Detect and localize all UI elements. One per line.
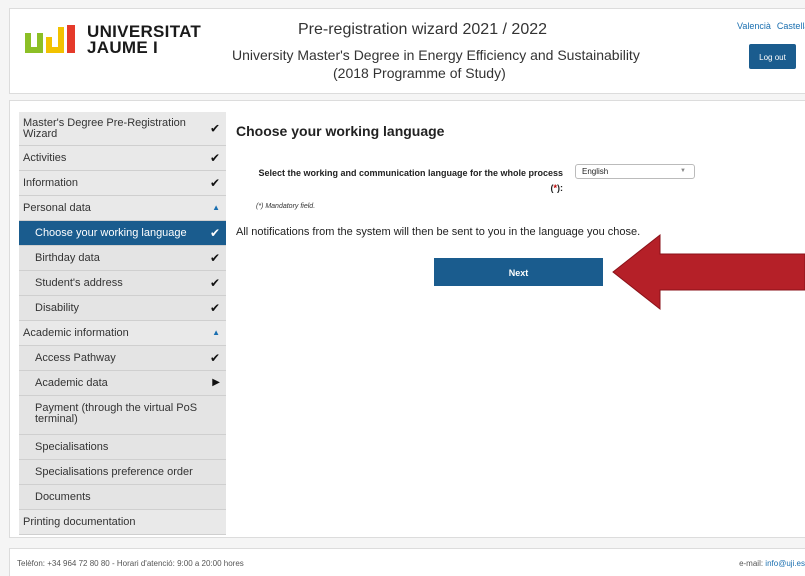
- check-icon: ✔: [209, 301, 220, 315]
- sidebar-item-information[interactable]: Information ✔: [19, 171, 226, 196]
- site-header: UNIVERSITAT JAUME I Pre-registration wiz…: [9, 8, 805, 94]
- mandatory-field-note: (*) Mandatory field.: [256, 203, 316, 210]
- sidebar-item-label: Academic data: [35, 377, 108, 389]
- sidebar-item-academic-data[interactable]: Academic data ▶: [19, 371, 226, 396]
- uji-logo[interactable]: UNIVERSITAT JAUME I: [23, 22, 201, 57]
- uji-logo-mark: [25, 25, 75, 53]
- email-label: e-mail:: [739, 559, 766, 568]
- collapse-up-icon: ▲: [212, 203, 220, 212]
- lang-link-valencia[interactable]: Valencià: [737, 21, 771, 31]
- sidebar-item-birthday-data[interactable]: Birthday data ✔: [19, 246, 226, 271]
- next-button[interactable]: Next: [434, 258, 603, 286]
- sidebar-item-payment[interactable]: Payment (through the virtual PoS termina…: [19, 396, 226, 435]
- sidebar-item-label: Personal data: [23, 202, 91, 214]
- section-title: Choose your working language: [236, 123, 445, 139]
- sidebar-item-access-pathway[interactable]: Access Pathway ✔: [19, 346, 226, 371]
- sidebar-item-disability[interactable]: Disability ✔: [19, 296, 226, 321]
- programme-of-study: (2018 Programme of Study): [333, 65, 506, 81]
- check-icon: ✔: [209, 351, 220, 365]
- check-icon: ✔: [209, 176, 220, 190]
- sidebar-item-label: Birthday data: [35, 252, 100, 264]
- check-icon: ✔: [209, 226, 220, 240]
- sidebar-item-label: Documents: [35, 491, 91, 503]
- lang-link-castellano[interactable]: Castellano: [777, 21, 805, 31]
- play-arrow-icon: ▶: [212, 377, 220, 388]
- sidebar-item-label: Disability: [35, 302, 80, 314]
- sidebar-item-label: Payment (through the virtual PoS termina…: [35, 402, 198, 425]
- check-icon: ✔: [209, 251, 220, 265]
- sidebar-item-wizard[interactable]: Master's Degree Pre-Registration Wizard …: [19, 112, 226, 146]
- sidebar-item-documents[interactable]: Documents: [19, 485, 226, 510]
- pointer-arrow-icon: [612, 233, 805, 311]
- check-icon: ✔: [209, 121, 220, 135]
- sidebar-item-label: Master's Degree Pre-Registration Wizard: [23, 117, 186, 140]
- sidebar-item-label: Choose your working language: [35, 227, 187, 239]
- sidebar-item-label: Specialisations: [35, 441, 109, 453]
- content-area: Choose your working language Select the …: [236, 101, 796, 531]
- sidebar-item-label: Printing documentation: [23, 516, 136, 528]
- contact-info: Telèfon: +34 964 72 80 80 - Horari d'ate…: [17, 559, 244, 568]
- page-title: Pre-registration wizard 2021 / 2022: [298, 21, 548, 38]
- required-close: ):: [557, 183, 563, 193]
- sidebar-item-label: Information: [23, 177, 79, 189]
- notification-text: All notifications from the system will t…: [236, 226, 641, 238]
- language-links: Valencià Castellano: [737, 21, 805, 31]
- language-question-label: Select the working and communication lan…: [256, 166, 563, 196]
- sidebar-item-specialisations-order[interactable]: Specialisations preference order: [19, 460, 226, 485]
- logout-button[interactable]: Log out: [749, 44, 796, 69]
- sidebar-item-label: Specialisations preference order: [35, 466, 193, 478]
- sidebar-item-working-language[interactable]: Choose your working language ✔: [19, 221, 226, 246]
- sidebar-item-student-address[interactable]: Student's address ✔: [19, 271, 226, 296]
- collapse-up-icon: ▲: [212, 328, 220, 337]
- question-text: Select the working and communication lan…: [258, 168, 563, 178]
- chevron-down-icon: ▼: [680, 168, 686, 174]
- logo-text-line2: JAUME I: [87, 38, 159, 57]
- email-link[interactable]: info@uji.es: [765, 559, 805, 568]
- check-icon: ✔: [209, 276, 220, 290]
- sidebar-item-label: Academic information: [23, 327, 129, 339]
- check-icon: ✔: [209, 151, 220, 165]
- main-panel: Master's Degree Pre-Registration Wizard …: [9, 100, 805, 538]
- site-footer: Telèfon: +34 964 72 80 80 - Horari d'ate…: [9, 548, 805, 576]
- sidebar-item-label: Activities: [23, 152, 67, 164]
- language-select[interactable]: English ▼: [575, 164, 695, 179]
- wizard-sidebar: Master's Degree Pre-Registration Wizard …: [19, 112, 226, 535]
- degree-name: University Master's Degree in Energy Eff…: [232, 47, 640, 63]
- email-info: e-mail: info@uji.es: [739, 559, 805, 568]
- language-select-value: English: [582, 167, 609, 176]
- sidebar-item-label: Access Pathway: [35, 352, 116, 364]
- sidebar-item-specialisations[interactable]: Specialisations: [19, 435, 226, 460]
- sidebar-item-academic-information[interactable]: Academic information ▲: [19, 321, 226, 346]
- sidebar-item-personal-data[interactable]: Personal data ▲: [19, 196, 226, 221]
- sidebar-item-label: Student's address: [35, 277, 123, 289]
- sidebar-item-printing-documentation[interactable]: Printing documentation: [19, 510, 226, 535]
- sidebar-item-activities[interactable]: Activities ✔: [19, 146, 226, 171]
